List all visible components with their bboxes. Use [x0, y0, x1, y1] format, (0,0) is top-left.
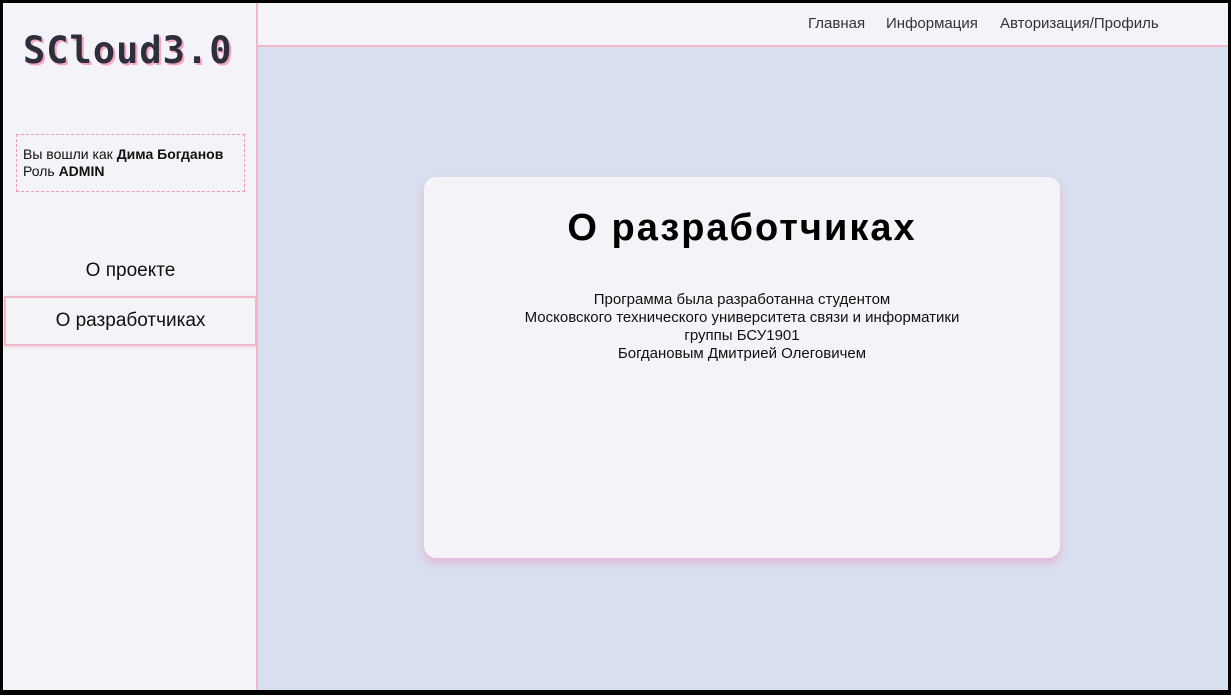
nav-link-info[interactable]: Информация [886, 15, 978, 32]
user-info-box: Вы вошли как Дима Богданов Роль ADMIN [16, 134, 245, 192]
logged-in-prefix: Вы вошли как [23, 146, 113, 162]
page-title: О разработчиках [567, 207, 917, 249]
sidebar: SCloud3.0 Вы вошли как Дима Богданов Рол… [3, 3, 258, 690]
sidebar-item-about-project[interactable]: О проекте [3, 246, 258, 296]
user-role: ADMIN [58, 163, 105, 179]
description-line: группы БСУ1901 [684, 327, 800, 344]
top-navbar: Главная Информация Авторизация/Профиль [258, 3, 1228, 47]
description-line: Богдановым Дмитрией Олеговичем [617, 345, 867, 362]
sidebar-item-label: О проекте [85, 260, 176, 281]
description-line: Программа была разработанна студентом [593, 291, 891, 308]
role-line: Роль ADMIN [23, 163, 244, 180]
description-line: Московского технического университета св… [524, 309, 960, 326]
developer-description: Программа была разработанна студентом Мо… [424, 291, 1060, 363]
logged-in-line: Вы вошли как Дима Богданов [23, 146, 244, 163]
nav-link-home[interactable]: Главная [808, 15, 865, 32]
sidebar-item-about-developers[interactable]: О разработчиках [4, 296, 257, 346]
role-prefix: Роль [23, 163, 55, 179]
nav-link-auth-profile[interactable]: Авторизация/Профиль [1000, 15, 1159, 32]
app-window: SCloud3.0 Вы вошли как Дима Богданов Рол… [3, 3, 1228, 690]
app-logo[interactable]: SCloud3.0 [23, 29, 232, 72]
content-card: О разработчиках Программа была разработа… [424, 177, 1060, 558]
sidebar-item-label: О разработчиках [55, 310, 206, 331]
user-name: Дима Богданов [116, 146, 224, 162]
